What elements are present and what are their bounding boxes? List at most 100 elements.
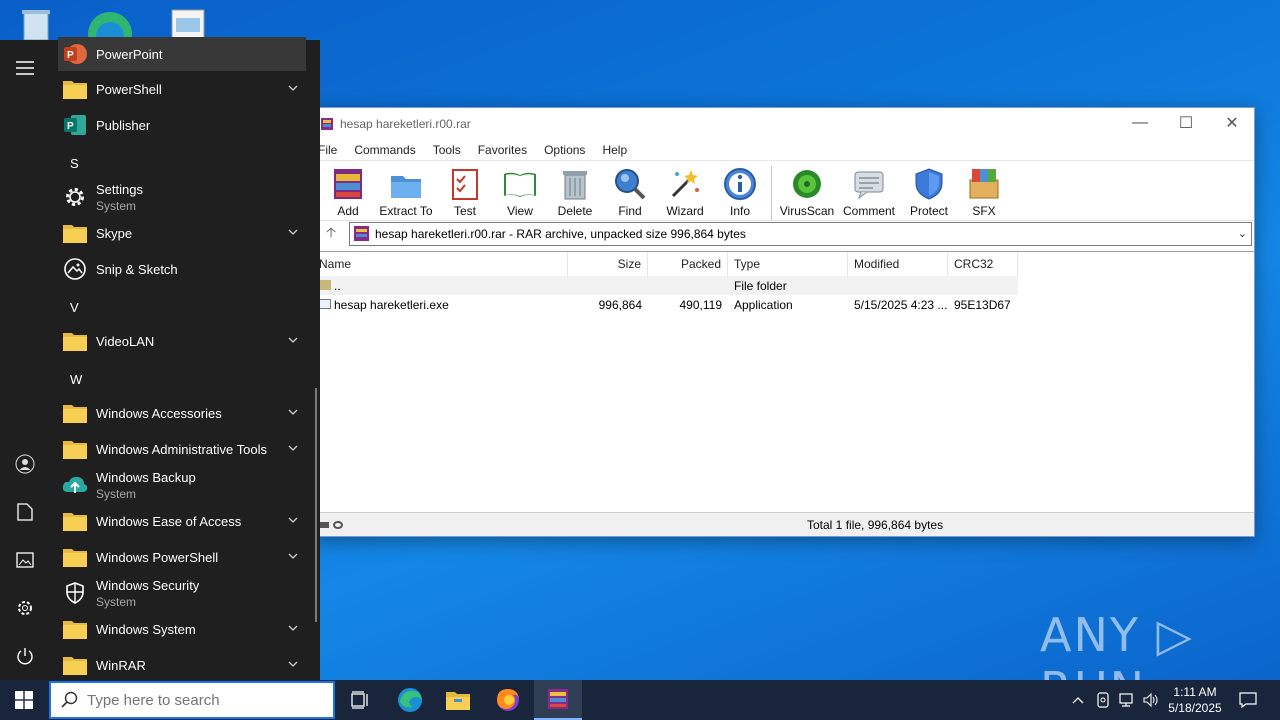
file-size: 996,864	[598, 297, 642, 312]
section-letter-s[interactable]: S	[70, 156, 79, 171]
app-publisher[interactable]: P Publisher	[58, 108, 306, 142]
taskbar-clock[interactable]: 1:11 AM 5/18/2025	[1160, 684, 1230, 716]
menu-options[interactable]: Options	[536, 143, 594, 157]
app-list-scrollbar[interactable]	[315, 388, 317, 622]
edge-desktop-icon[interactable]	[88, 6, 132, 56]
extract-icon	[391, 176, 421, 198]
column-name[interactable]: Name	[313, 252, 568, 276]
maximize-button[interactable]: ☐	[1163, 108, 1209, 138]
app-settings[interactable]: Settings System	[58, 180, 306, 214]
column-packed[interactable]: Packed	[648, 252, 728, 276]
table-row[interactable]: .. File folder	[313, 276, 1018, 295]
taskbar-winrar-button[interactable]	[534, 680, 582, 720]
app-powerpoint[interactable]: P PowerPoint	[58, 37, 306, 71]
folder-icon	[62, 616, 88, 642]
winrar-window: hesap hareketleri.r00.rar — ☐ ✕ File Com…	[312, 107, 1255, 537]
menu-commands[interactable]: Commands	[346, 143, 424, 157]
protect-icon	[915, 168, 943, 200]
tray-network[interactable]	[1116, 680, 1138, 720]
file-list-header: Name Size Packed Type Modified CRC32	[313, 252, 1254, 276]
user-account-icon[interactable]	[13, 452, 37, 476]
virusscan-button[interactable]: VirusScan	[776, 166, 838, 218]
document-desktop-icon[interactable]	[168, 6, 212, 41]
delete-icon	[563, 171, 587, 200]
recycle-bin-icon[interactable]	[16, 6, 60, 41]
taskbar-file-explorer-button[interactable]	[434, 680, 482, 720]
app-windows-powershell-folder[interactable]: Windows PowerShell	[58, 540, 306, 574]
chevron-down-icon[interactable]	[288, 551, 298, 561]
title-bar[interactable]: hesap hareketleri.r00.rar	[313, 108, 1254, 140]
settings-gear-icon[interactable]	[13, 596, 37, 620]
app-winrar-folder[interactable]: WinRAR	[58, 648, 306, 682]
app-windows-backup[interactable]: Windows Backup System	[58, 468, 306, 502]
delete-button[interactable]: Delete	[547, 166, 603, 218]
toolbar: Add Extract To Test View Delete Find Wiz…	[313, 160, 1254, 220]
network-icon	[1119, 693, 1133, 707]
chevron-down-icon[interactable]	[288, 659, 298, 669]
chevron-down-icon[interactable]	[288, 335, 298, 345]
file-packed: 490,119	[679, 297, 723, 312]
start-button[interactable]	[0, 680, 48, 720]
protect-button[interactable]: Protect	[900, 166, 958, 218]
column-crc32[interactable]: CRC32	[948, 252, 1018, 276]
chevron-down-icon[interactable]	[288, 515, 298, 525]
chevron-down-icon[interactable]	[288, 227, 298, 237]
menu-favorites[interactable]: Favorites	[470, 143, 536, 157]
taskbar-firefox-button[interactable]	[484, 680, 532, 720]
pictures-icon[interactable]	[13, 548, 37, 572]
app-powershell-folder[interactable]: PowerShell	[58, 72, 306, 106]
section-letter-w[interactable]: W	[70, 372, 82, 387]
start-rail	[0, 40, 50, 680]
archive-path-field[interactable]: hesap hareketleri.r00.rar - RAR archive,…	[349, 221, 1252, 246]
app-windows-security[interactable]: Windows Security System	[58, 576, 306, 610]
app-windows-accessories-folder[interactable]: Windows Accessories	[58, 396, 306, 430]
app-skype-folder[interactable]: Skype	[58, 216, 306, 250]
menu-help[interactable]: Help	[594, 143, 636, 157]
chevron-up-icon	[1072, 697, 1084, 704]
chevron-down-icon[interactable]	[288, 443, 298, 453]
sfx-button[interactable]: SFX	[958, 166, 1010, 218]
extract-to-button[interactable]: Extract To	[375, 166, 437, 218]
virusscan-icon	[793, 170, 821, 198]
app-snip-sketch[interactable]: Snip & Sketch	[58, 252, 306, 286]
wizard-button[interactable]: Wizard	[657, 166, 713, 218]
app-windows-ease-of-access-folder[interactable]: Windows Ease of Access	[58, 504, 306, 538]
notification-center-button[interactable]	[1234, 680, 1262, 720]
menu-tools[interactable]: Tools	[425, 143, 470, 157]
taskbar-search-box[interactable]	[49, 681, 335, 719]
tray-volume[interactable]	[1140, 680, 1162, 720]
chevron-down-icon[interactable]	[288, 623, 298, 633]
app-windows-system-folder[interactable]: Windows System	[58, 612, 306, 646]
close-button[interactable]: ✕	[1209, 108, 1255, 138]
comment-button[interactable]: Comment	[838, 166, 900, 218]
task-view-button[interactable]	[336, 680, 384, 720]
find-button[interactable]: Find	[603, 166, 657, 218]
tray-meet-now[interactable]	[1092, 680, 1114, 720]
column-modified[interactable]: Modified	[848, 252, 948, 276]
test-button[interactable]: Test	[437, 166, 493, 218]
power-icon[interactable]	[13, 644, 37, 668]
hamburger-menu-icon[interactable]	[13, 56, 37, 80]
table-row[interactable]: hesap hareketleri.exe 996,864 490,119 Ap…	[313, 295, 1254, 314]
edge-icon	[398, 688, 422, 712]
rar-archive-icon	[354, 226, 369, 241]
documents-icon[interactable]	[13, 500, 37, 524]
minimize-button[interactable]: —	[1117, 108, 1163, 138]
info-button[interactable]: Info	[713, 166, 767, 218]
chevron-down-icon[interactable]	[288, 83, 298, 93]
search-input[interactable]	[87, 691, 307, 709]
app-windows-admin-tools-folder[interactable]: Windows Administrative Tools	[58, 432, 306, 466]
chevron-down-icon[interactable]	[288, 407, 298, 417]
column-type[interactable]: Type	[728, 252, 848, 276]
taskbar-edge-button[interactable]	[386, 680, 434, 720]
info-icon	[724, 168, 756, 200]
section-letter-v[interactable]: V	[70, 300, 79, 315]
add-icon	[334, 169, 362, 199]
volume-icon	[1143, 693, 1158, 707]
chevron-down-icon[interactable]: ⌄	[1238, 227, 1247, 240]
column-size[interactable]: Size	[568, 252, 648, 276]
app-videolan-folder[interactable]: VideoLAN	[58, 324, 306, 358]
add-button[interactable]: Add	[321, 166, 375, 218]
view-button[interactable]: View	[493, 166, 547, 218]
show-hidden-icons-button[interactable]	[1068, 680, 1088, 720]
